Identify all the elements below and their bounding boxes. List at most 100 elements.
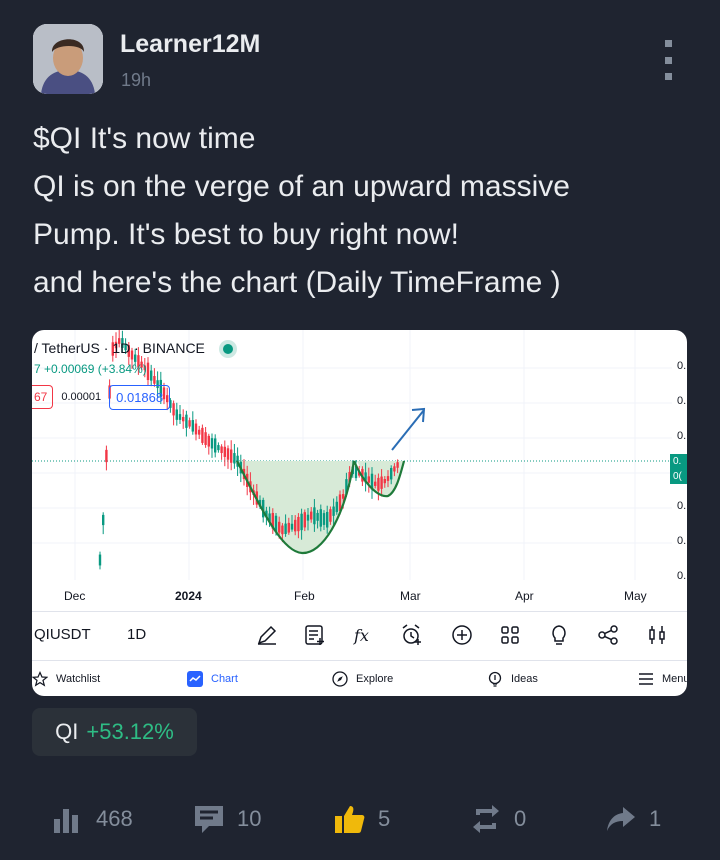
candle-body xyxy=(335,501,338,513)
fx-icon[interactable]: fx xyxy=(351,623,375,647)
star-icon xyxy=(32,671,48,687)
lightbulb-icon[interactable] xyxy=(547,623,571,647)
likes-count: 5 xyxy=(378,806,391,831)
y-tick: 0. xyxy=(677,360,687,372)
x-tick: Dec xyxy=(64,589,86,603)
share-arrow-icon xyxy=(607,807,635,831)
nav-watchlist[interactable]: Watchlist xyxy=(32,671,100,687)
y-tick: 0. xyxy=(677,395,687,407)
candle-body xyxy=(201,427,204,443)
grid-icon[interactable] xyxy=(498,623,522,647)
candle-body xyxy=(204,432,207,445)
chart-change: 7 +0.00069 (+3.84%) xyxy=(34,362,147,376)
candle-body xyxy=(230,449,233,463)
ticker-change: +53.12% xyxy=(86,719,174,744)
candle-body xyxy=(393,466,396,472)
post-line: QI is on the verge of an upward massive xyxy=(33,170,570,203)
ticker-symbol: QI xyxy=(55,719,79,744)
candle-body xyxy=(342,494,345,499)
candle-body xyxy=(178,414,182,420)
note-plus-icon[interactable] xyxy=(303,623,327,647)
candles-icon[interactable] xyxy=(645,623,669,647)
dot-icon xyxy=(664,73,672,80)
price-tag: 0. 0( xyxy=(670,454,687,484)
lightbulb-icon xyxy=(488,671,502,687)
y-tick: 0. xyxy=(677,535,687,547)
candle-body xyxy=(326,511,329,528)
post-line: and here's the chart (Daily TimeFrame ) xyxy=(33,266,561,299)
username[interactable]: Learner12M xyxy=(120,30,260,59)
repost-button[interactable]: 0 xyxy=(470,803,526,835)
shares-count: 1 xyxy=(649,806,662,831)
post-body: $QI It's now time QI is on the verge of … xyxy=(33,115,703,307)
more-options-button[interactable] xyxy=(656,40,680,80)
candle-body xyxy=(383,479,386,484)
candle-body xyxy=(105,449,108,463)
ticker-pill[interactable]: QI +53.12% xyxy=(32,708,197,756)
post-line: $QI It's now time xyxy=(33,122,256,155)
chart-image[interactable]: / TetherUS · 1D · BINANCE 7 +0.00069 (+3… xyxy=(32,330,687,696)
pencil-icon[interactable] xyxy=(255,623,279,647)
menu-icon xyxy=(639,673,653,685)
comment-button[interactable]: 10 xyxy=(193,803,261,835)
candle-body xyxy=(198,429,201,435)
candle-body xyxy=(153,376,156,384)
x-tick: Feb xyxy=(294,589,315,603)
repost-icon xyxy=(473,805,499,833)
candle-body xyxy=(322,513,326,525)
svg-text:fx: fx xyxy=(353,626,369,645)
candle-body xyxy=(310,511,313,520)
candle-body xyxy=(367,476,370,483)
nav-chart[interactable]: Chart xyxy=(187,671,238,687)
candle-body xyxy=(278,521,281,533)
post-actions: 468 10 5 0 1 xyxy=(0,795,720,845)
comments-count: 10 xyxy=(237,806,262,831)
symbol-label[interactable]: QIUSDT xyxy=(34,626,91,643)
nav-explore[interactable]: Explore xyxy=(332,671,393,687)
chart-title: / TetherUS · 1D · BINANCE xyxy=(34,340,233,356)
timeframe-label[interactable]: 1D xyxy=(127,626,146,643)
candle-body xyxy=(319,509,322,527)
chart-toolbar: QIUSDT 1D fx xyxy=(32,611,687,658)
candle-body xyxy=(226,448,230,460)
candle-body xyxy=(386,476,390,481)
nav-menu[interactable]: Menu xyxy=(638,671,687,687)
candle-body xyxy=(287,522,290,533)
dot-icon xyxy=(664,56,672,64)
nav-ideas[interactable]: Ideas xyxy=(487,671,538,687)
candle-body xyxy=(210,438,214,449)
alarm-plus-icon[interactable] xyxy=(400,623,424,647)
candle-body xyxy=(294,519,297,532)
x-tick: May xyxy=(624,589,647,603)
candle-body xyxy=(217,445,220,451)
candle-body xyxy=(380,476,383,489)
y-tick: 0. xyxy=(677,500,687,512)
candle-body xyxy=(329,509,332,522)
candle-body xyxy=(220,446,223,454)
y-tick: 0. xyxy=(677,570,687,582)
views-count: 468 xyxy=(96,806,133,831)
buy-button[interactable]: 0.01868 xyxy=(109,384,171,410)
thumbs-up-icon xyxy=(335,806,365,833)
candle-body xyxy=(194,423,198,435)
candle-body xyxy=(313,507,316,525)
share-button[interactable]: 1 xyxy=(605,803,661,835)
like-button[interactable]: 5 xyxy=(334,803,390,835)
candle-body xyxy=(146,362,150,381)
candle-body xyxy=(300,513,303,531)
candle-body xyxy=(284,523,287,534)
live-dot-icon xyxy=(222,344,233,355)
share-nodes-icon[interactable] xyxy=(596,623,620,647)
x-tick: Apr xyxy=(515,589,534,603)
dot-icon xyxy=(664,40,672,47)
candle-body xyxy=(191,420,194,432)
candle-body xyxy=(390,468,393,480)
candle-body xyxy=(182,416,185,422)
avatar[interactable] xyxy=(33,24,103,94)
views-stat[interactable]: 468 xyxy=(52,803,133,835)
plus-circle-icon[interactable] xyxy=(450,623,474,647)
bottom-nav: Watchlist Chart Explore Ideas Menu xyxy=(32,660,687,696)
sell-button[interactable]: 67 xyxy=(32,385,54,409)
order-bar: 67 0.00001 0.01868 xyxy=(32,384,171,410)
bar-chart-icon xyxy=(54,809,78,833)
